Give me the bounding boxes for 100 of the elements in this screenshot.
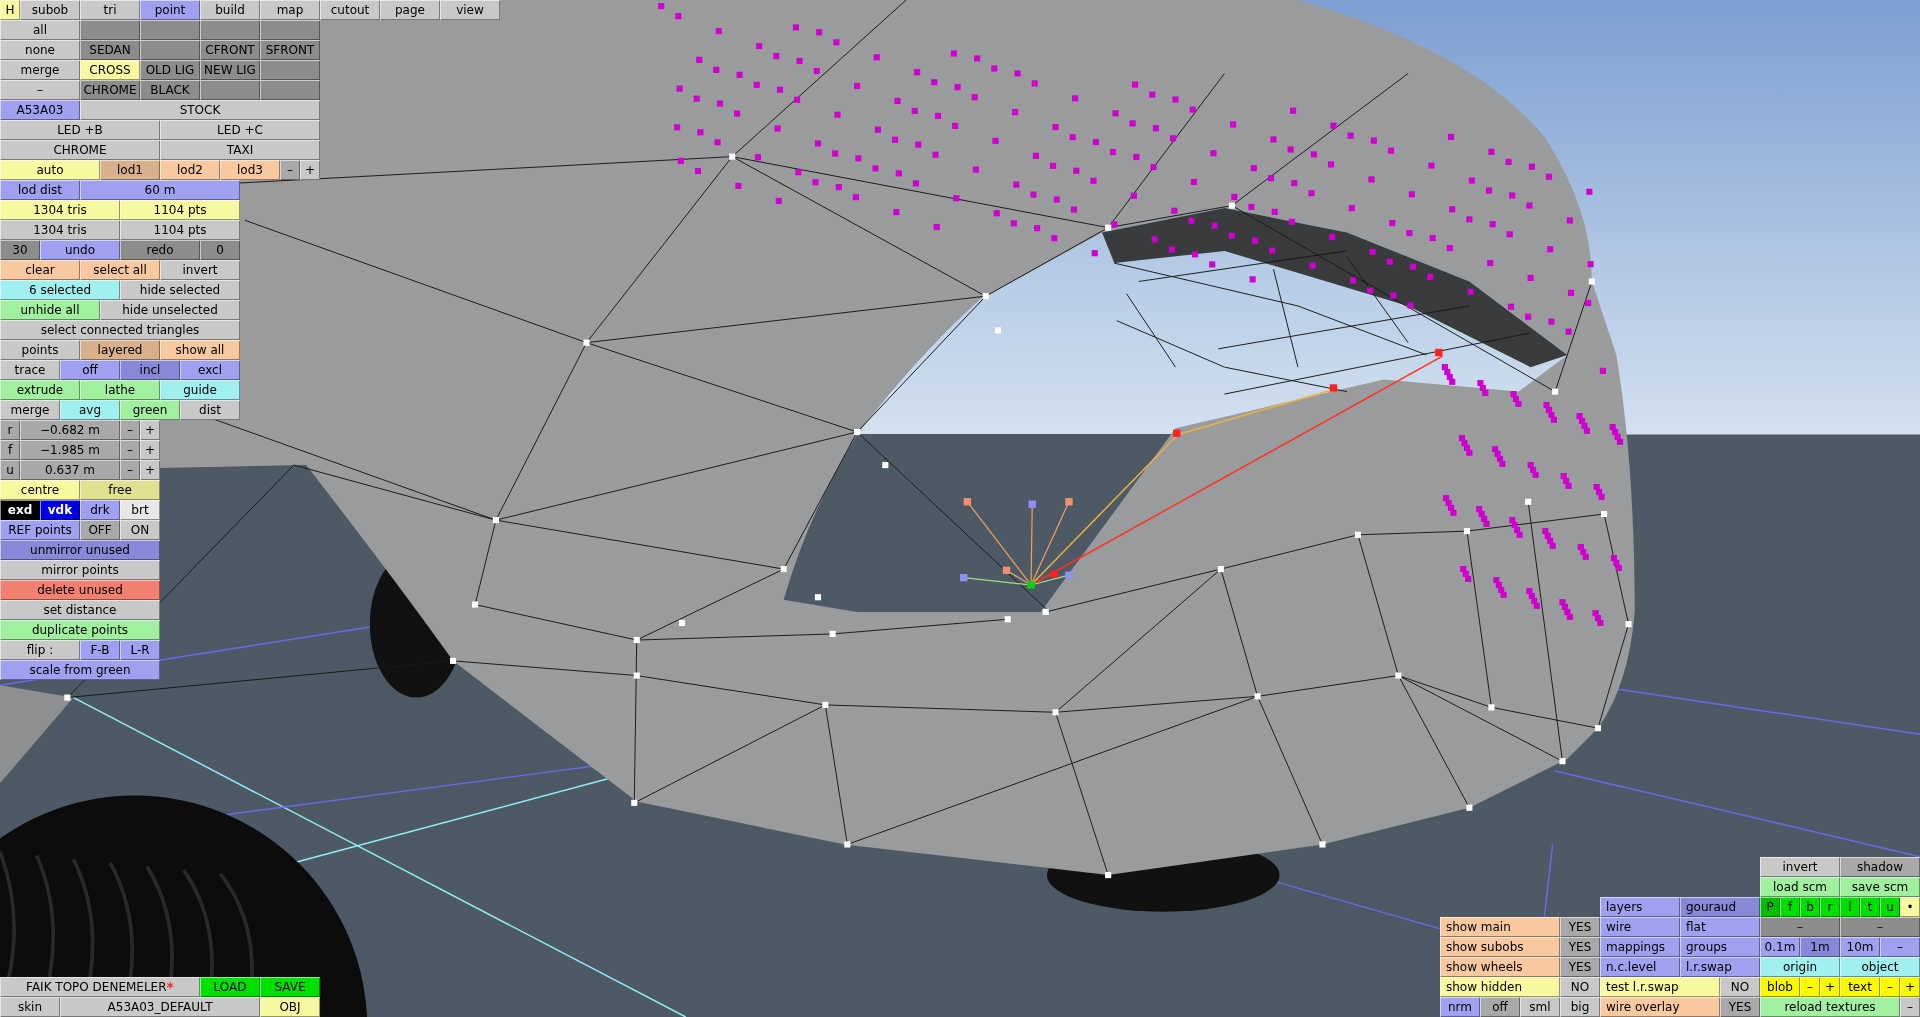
panel-button[interactable]: 30 <box>0 240 40 260</box>
panel-button[interactable]: 0.637 m <box>20 460 120 480</box>
panel-button[interactable]: off <box>1480 997 1520 1017</box>
panel-button[interactable]: mappings <box>1600 937 1680 957</box>
panel-button[interactable]: t <box>1860 897 1880 917</box>
panel-button[interactable]: L-R <box>120 640 160 660</box>
panel-button[interactable]: dist <box>180 400 240 420</box>
panel-button[interactable]: −0.682 m <box>20 420 120 440</box>
panel-button[interactable]: tri <box>80 0 140 20</box>
panel-button[interactable]: undo <box>40 240 120 260</box>
panel-button[interactable]: – <box>1840 917 1920 937</box>
panel-button[interactable]: exd <box>0 500 40 520</box>
panel-button[interactable]: wire overlay <box>1600 997 1720 1017</box>
panel-button[interactable]: REF points <box>0 520 80 540</box>
panel-button[interactable]: show all <box>160 340 240 360</box>
panel-button[interactable]: flat <box>1680 917 1760 937</box>
panel-button[interactable]: set distance <box>0 600 160 620</box>
panel-button[interactable]: 6 selected <box>0 280 120 300</box>
panel-button[interactable]: unmirror unused <box>0 540 160 560</box>
panel-button[interactable]: blob <box>1760 977 1800 997</box>
panel-button[interactable]: test l.r.swap <box>1600 977 1720 997</box>
panel-button[interactable]: – <box>120 420 140 440</box>
panel-button[interactable]: skin <box>0 997 60 1017</box>
panel-button[interactable]: big <box>1560 997 1600 1017</box>
panel-button[interactable]: • <box>1900 897 1920 917</box>
panel-button[interactable]: NEW LIG <box>200 60 260 80</box>
panel-button[interactable]: FAIK TOPO DENEMELER* <box>0 977 200 997</box>
panel-button[interactable]: P <box>1760 897 1780 917</box>
panel-button[interactable]: NO <box>1560 977 1600 997</box>
panel-button[interactable]: u <box>0 460 20 480</box>
panel-button[interactable]: trace <box>0 360 60 380</box>
panel-button[interactable]: extrude <box>0 380 80 400</box>
panel-button[interactable]: YES <box>1560 937 1600 957</box>
panel-button[interactable]: + <box>140 440 160 460</box>
panel-button[interactable]: green <box>120 400 180 420</box>
panel-button[interactable]: off <box>60 360 120 380</box>
panel-button[interactable]: A53A03 <box>0 100 80 120</box>
panel-button[interactable]: centre <box>0 480 80 500</box>
panel-button[interactable]: r <box>0 420 20 440</box>
panel-button[interactable]: hide selected <box>120 280 240 300</box>
panel-button[interactable]: + <box>300 160 320 180</box>
panel-button[interactable]: lod dist <box>0 180 80 200</box>
panel-button[interactable]: LED +B <box>0 120 160 140</box>
panel-button[interactable]: OBJ <box>260 997 320 1017</box>
panel-button[interactable]: show main <box>1440 917 1560 937</box>
panel-button[interactable]: + <box>140 460 160 480</box>
panel-button[interactable]: 1104 pts <box>120 200 240 220</box>
panel-button[interactable]: 10m <box>1840 937 1880 957</box>
panel-button[interactable]: 1304 tris <box>0 200 120 220</box>
panel-button[interactable]: F-B <box>80 640 120 660</box>
panel-button[interactable]: – <box>1880 977 1900 997</box>
panel-button[interactable]: incl <box>120 360 180 380</box>
panel-button[interactable]: avg <box>60 400 120 420</box>
panel-button[interactable]: merge <box>0 60 80 80</box>
panel-button[interactable]: sml <box>1520 997 1560 1017</box>
panel-button[interactable]: mirror points <box>0 560 160 580</box>
panel-button[interactable]: −1.985 m <box>20 440 120 460</box>
panel-button[interactable]: 0.1m <box>1760 937 1800 957</box>
panel-button[interactable]: f <box>1780 897 1800 917</box>
panel-button[interactable]: LOAD <box>200 977 260 997</box>
panel-button[interactable]: OFF <box>80 520 120 540</box>
panel-button[interactable]: STOCK <box>80 100 320 120</box>
panel-button[interactable]: YES <box>1720 997 1760 1017</box>
panel-button[interactable]: vdk <box>40 500 80 520</box>
panel-button[interactable]: drk <box>80 500 120 520</box>
panel-button[interactable]: gouraud <box>1680 897 1760 917</box>
panel-button[interactable]: BLACK <box>140 80 200 100</box>
panel-button[interactable]: – <box>120 460 140 480</box>
panel-button[interactable]: guide <box>160 380 240 400</box>
panel-button[interactable]: TAXI <box>160 140 320 160</box>
panel-button[interactable]: lod3 <box>220 160 280 180</box>
panel-button[interactable]: brt <box>120 500 160 520</box>
panel-button[interactable]: show wheels <box>1440 957 1560 977</box>
panel-button[interactable]: save scm <box>1840 877 1920 897</box>
panel-button[interactable]: 60 m <box>80 180 240 200</box>
panel-button[interactable]: subob <box>20 0 80 20</box>
panel-button[interactable]: – <box>1900 997 1920 1017</box>
panel-button[interactable]: duplicate points <box>0 620 160 640</box>
panel-button[interactable]: f <box>0 440 20 460</box>
panel-button[interactable]: nrm <box>1440 997 1480 1017</box>
panel-button[interactable]: NO <box>1720 977 1760 997</box>
panel-button[interactable]: all <box>0 20 80 40</box>
panel-button[interactable]: invert <box>160 260 240 280</box>
panel-button[interactable]: clear <box>0 260 80 280</box>
panel-button[interactable]: unhide all <box>0 300 100 320</box>
panel-button[interactable]: none <box>0 40 80 60</box>
panel-button[interactable]: LED +C <box>160 120 320 140</box>
panel-button[interactable]: SEDAN <box>80 40 140 60</box>
panel-button[interactable]: CROSS <box>80 60 140 80</box>
panel-button[interactable]: CFRONT <box>200 40 260 60</box>
panel-button[interactable]: auto <box>0 160 100 180</box>
panel-button[interactable]: view <box>440 0 500 20</box>
panel-button[interactable]: YES <box>1560 917 1600 937</box>
panel-button[interactable]: + <box>1900 977 1920 997</box>
panel-button[interactable]: l <box>1840 897 1860 917</box>
panel-button[interactable]: r <box>1820 897 1840 917</box>
panel-button[interactable]: show hidden <box>1440 977 1560 997</box>
panel-button[interactable]: excl <box>180 360 240 380</box>
panel-button[interactable]: CHROME <box>80 80 140 100</box>
panel-button[interactable]: reload textures <box>1760 997 1900 1017</box>
